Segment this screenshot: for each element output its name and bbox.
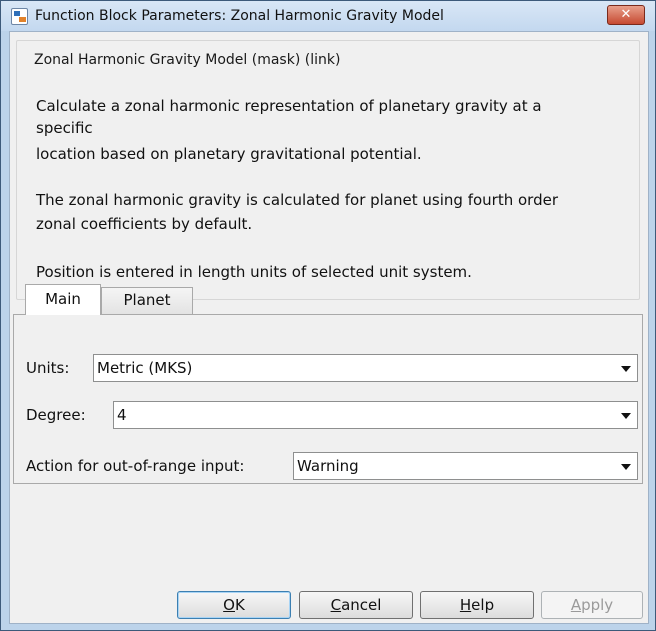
description-line-5: zonal coefficients by default. (36, 215, 253, 233)
units-label: Units: (26, 359, 70, 377)
apply-mnemonic: A (570, 596, 582, 614)
description-line-3: location based on planetary gravitationa… (36, 145, 422, 163)
help-mnemonic: H (459, 596, 472, 614)
units-value: Metric (MKS) (97, 359, 193, 377)
apply-button[interactable]: Apply (541, 591, 643, 619)
description-line-4: The zonal harmonic gravity is calculated… (36, 191, 558, 209)
chevron-down-icon (621, 413, 631, 419)
cancel-label-rest: ancel (341, 596, 382, 614)
cancel-button[interactable]: Cancel (299, 591, 413, 619)
action-label: Action for out-of-range input: (26, 457, 245, 475)
help-label-rest: elp (471, 596, 495, 614)
dialog-window: Function Block Parameters: Zonal Harmoni… (0, 0, 656, 631)
group-title: Zonal Harmonic Gravity Model (mask) (lin… (30, 52, 345, 68)
units-select[interactable]: Metric (MKS) (93, 354, 638, 382)
close-button[interactable]: ✕ (607, 5, 645, 25)
cancel-mnemonic: C (330, 596, 342, 614)
chevron-down-icon (621, 464, 631, 470)
chevron-down-icon (621, 366, 631, 372)
degree-label: Degree: (26, 406, 86, 424)
apply-label-rest: pply (581, 596, 614, 614)
degree-value: 4 (117, 406, 127, 424)
help-button[interactable]: Help (420, 591, 534, 619)
ok-label-rest: K (234, 596, 245, 614)
simulink-block-icon (11, 8, 28, 25)
icon-block-orange (19, 17, 26, 22)
close-icon: ✕ (620, 7, 632, 22)
ok-button[interactable]: OK (177, 591, 291, 619)
action-value: Warning (297, 457, 359, 475)
tab-main[interactable]: Main (25, 284, 101, 315)
description-group (16, 40, 640, 300)
window-title: Function Block Parameters: Zonal Harmoni… (35, 8, 444, 24)
description-line-2: specific (36, 119, 93, 137)
description-line-1: Calculate a zonal harmonic representatio… (36, 97, 542, 115)
title-bar[interactable]: Function Block Parameters: Zonal Harmoni… (1, 1, 655, 31)
degree-select[interactable]: 4 (113, 401, 638, 429)
description-line-6: Position is entered in length units of s… (36, 263, 472, 281)
tab-planet[interactable]: Planet (101, 287, 193, 314)
ok-mnemonic: O (223, 596, 235, 614)
icon-block-blue (14, 11, 20, 16)
action-select[interactable]: Warning (293, 452, 638, 480)
